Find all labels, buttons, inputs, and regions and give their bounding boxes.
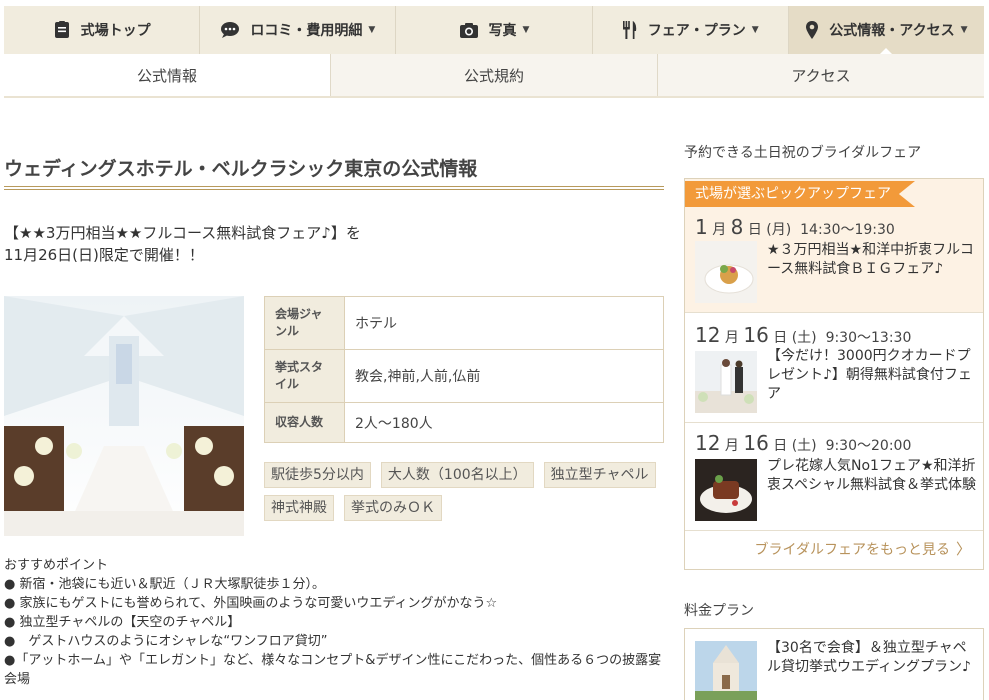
title-divider <box>4 186 664 190</box>
fair-title: 【今だけ！3000円クオカードプレゼント♪】朝得無料試食付フェア <box>767 348 972 402</box>
plan-thumbnail <box>695 641 757 700</box>
page-title: ウェディングスホテル・ベルクラシック東京の公式情報 <box>4 158 478 180</box>
fair-item[interactable]: 12 月 16 日 (土) 9:30～20:00 プレ花嫁人気No1フェア★和洋… <box>685 423 983 531</box>
fair-title: プレ花嫁人気No1フェア★和洋折衷スペシャル無料試食＆挙式体験 <box>767 458 977 493</box>
point-item: ● 家族にもゲストにも誉められて、外国映画のような可愛いウエディングがかなう☆ <box>4 596 498 611</box>
points-heading: おすすめポイント <box>4 558 109 573</box>
feature-tag[interactable]: 大人数（100名以上） <box>380 462 534 488</box>
subtab-official-info[interactable]: 公式情報 <box>4 54 331 96</box>
plan-heading: 料金プラン <box>684 603 754 619</box>
page: 式場トップ ロコミ・費用明細 ▼ 写真 ▼ フェア・プラン ▼ 公式情報・アクセ… <box>0 0 989 700</box>
more-fairs-label: ブライダルフェアをもっと見る <box>754 542 950 558</box>
tab-photos[interactable]: 写真 ▼ <box>396 6 593 54</box>
fair-item[interactable]: 式場が選ぶピックアップフェア 1 月 8 日 (月) 14:30～19:30 ★… <box>685 179 983 313</box>
point-item: ● ゲストハウスのようにオシャレな“ワンフロア貸切” <box>4 634 328 649</box>
chapel-photo <box>4 296 244 536</box>
sub-nav: 公式情報 公式規約 アクセス <box>4 54 984 98</box>
feature-tag[interactable]: 神式神殿 <box>264 495 334 521</box>
fair-date: 12 月 16 日 (土) 9:30～20:00 <box>695 431 912 455</box>
point-item: ●「アットホーム」や「エレガント」など、様々なコンセプト&デザイン性にこだわった… <box>4 653 662 687</box>
caret-down-icon: ▼ <box>368 25 376 35</box>
top-nav: 式場トップ ロコミ・費用明細 ▼ 写真 ▼ フェア・プラン ▼ 公式情報・アクセ… <box>4 6 985 55</box>
caret-down-icon: ▼ <box>522 25 530 35</box>
tab-label: ロコミ・費用明細 <box>250 23 363 39</box>
subtab-official-terms[interactable]: 公式規約 <box>331 54 658 96</box>
info-value: ホテル <box>344 296 664 350</box>
lead-text: 【★★3万円相当★★フルコース無料試食フェア♪】を 11月26日(日)限定で開催… <box>4 222 644 266</box>
info-value: 教会,神前,人前,仏前 <box>344 349 664 403</box>
more-fairs-link[interactable]: ブライダルフェアをもっと見る〉 <box>755 538 971 559</box>
table-row: 会場ジャンル ホテル <box>264 296 664 350</box>
fair-item[interactable]: 12 月 16 日 (土) 9:30～13:30 【今だけ！3000円クオカード… <box>685 313 983 423</box>
tab-label: 公式情報・アクセス <box>829 23 955 39</box>
fair-heading: 予約できる土日祝のブライダルフェア <box>684 145 922 161</box>
recommend-points: おすすめポイント ● 新宿・池袋にも近い＆駅近（ＪＲ大塚駅徒歩１分）。 ● 家族… <box>4 556 664 689</box>
point-item: ● 独立型チャペルの【天空のチャペル】 <box>4 615 241 630</box>
feature-tags: 駅徒歩5分以内 大人数（100名以上） 独立型チャペル 神式神殿 挙式のみＯＫ <box>264 462 664 521</box>
camera-icon <box>459 22 479 39</box>
table-row: 収容人数 2人～180人 <box>264 402 664 443</box>
tab-official-access[interactable]: 公式情報・アクセス ▼ <box>788 6 985 55</box>
info-key: 挙式スタイル <box>264 349 345 403</box>
fair-thumbnail <box>695 241 757 303</box>
tab-label: 写真 <box>488 23 517 39</box>
table-row: 挙式スタイル 教会,神前,人前,仏前 <box>264 349 664 403</box>
fair-date: 1 月 8 日 (月) 14:30～19:30 <box>695 215 895 239</box>
info-key: 収容人数 <box>264 402 345 443</box>
list-icon <box>53 21 71 39</box>
tab-label: フェア・プラン <box>647 23 746 39</box>
info-value: 2人～180人 <box>344 402 664 443</box>
point-item: ● 新宿・池袋にも近い＆駅近（ＪＲ大塚駅徒歩１分）。 <box>4 577 325 592</box>
fair-thumbnail <box>695 459 757 521</box>
venue-info-table: 会場ジャンル ホテル 挙式スタイル 教会,神前,人前,仏前 収容人数 2人～18… <box>264 296 664 443</box>
subtab-access[interactable]: アクセス <box>658 54 984 96</box>
info-key: 会場ジャンル <box>264 296 345 350</box>
tab-fair-plan[interactable]: フェア・プラン ▼ <box>593 6 789 54</box>
feature-tag[interactable]: 駅徒歩5分以内 <box>264 462 371 488</box>
fair-box: 式場が選ぶピックアップフェア 1 月 8 日 (月) 14:30～19:30 ★… <box>684 178 984 570</box>
fork-knife-icon <box>622 20 638 40</box>
lead-line: 11月26日(日)限定で開催！！ <box>4 246 204 264</box>
pickup-ribbon: 式場が選ぶピックアップフェア <box>685 181 915 207</box>
feature-tag[interactable]: 独立型チャペル <box>543 462 656 488</box>
tab-venue-top[interactable]: 式場トップ <box>4 6 201 54</box>
fair-title: ★３万円相当★和洋中折衷フルコース無料試食ＢＩＧフェア♪ <box>767 242 974 277</box>
map-pin-icon <box>805 20 819 40</box>
caret-down-icon: ▼ <box>751 25 759 35</box>
lead-line: 【★★3万円相当★★フルコース無料試食フェア♪】を <box>4 224 361 242</box>
tab-label: 式場トップ <box>80 23 151 39</box>
fair-date: 12 月 16 日 (土) 9:30～13:30 <box>695 323 912 347</box>
chevron-right-icon: 〉 <box>955 540 971 558</box>
plan-item[interactable]: 【30名で会食】＆独立型チャペル貸切挙式ウエディングプラン♪ <box>684 628 984 700</box>
feature-tag[interactable]: 挙式のみＯＫ <box>344 495 442 521</box>
tab-reviews[interactable]: ロコミ・費用明細 ▼ <box>200 6 397 54</box>
plan-title: 【30名で会食】＆独立型チャペル貸切挙式ウエディングプラン♪ <box>767 640 971 675</box>
chat-icon <box>220 21 240 39</box>
fair-thumbnail <box>695 351 757 413</box>
caret-down-icon: ▼ <box>960 25 968 35</box>
